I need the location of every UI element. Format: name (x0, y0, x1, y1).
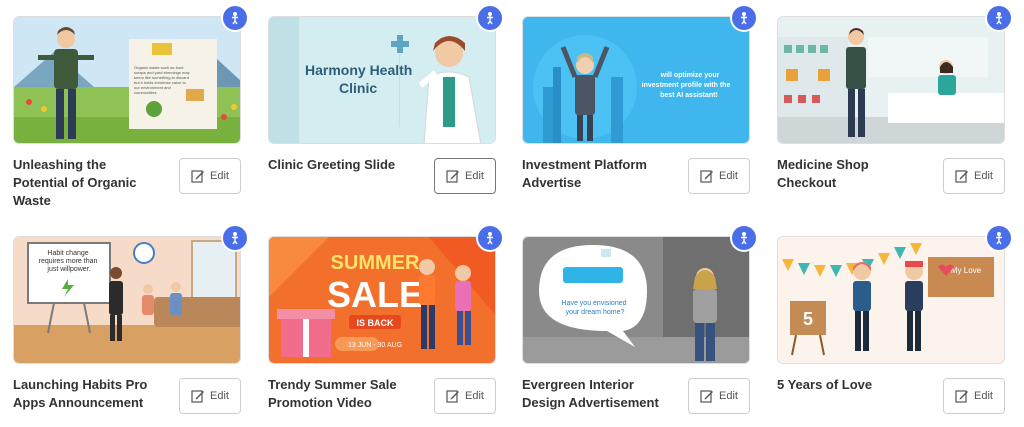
template-title: Launching Habits Pro Apps Announcement (13, 377, 148, 410)
edit-label: Edit (465, 390, 484, 402)
slide-subheading: IS BACK (356, 318, 394, 328)
edit-label: Edit (719, 390, 738, 402)
template-grid: Organic waste such as food scraps and ya… (0, 0, 1024, 427)
slide-heading: My Love (951, 266, 982, 275)
slide-body-text: Habit change requires more than just wil… (39, 250, 100, 273)
edit-pencil-icon (700, 170, 714, 183)
avatar-badge[interactable] (985, 4, 1013, 32)
edit-label: Edit (210, 170, 229, 182)
slide-heading-large: SALE (327, 274, 423, 315)
avatar-figure-icon (487, 12, 493, 25)
template-title: Evergreen Interior Design Advertisement (522, 377, 659, 410)
template-card[interactable]: SUMMER SALE IS BACK 13 JUN - 30 AUG Tren… (268, 224, 508, 427)
avatar-figure-icon (996, 12, 1002, 25)
edit-button[interactable]: Edit (688, 158, 750, 194)
edit-button[interactable]: Edit (943, 378, 1005, 414)
template-thumbnail[interactable]: will optimize your investment profile wi… (522, 16, 750, 144)
avatar-badge[interactable] (221, 224, 249, 252)
template-card[interactable]: Organic waste such as food scraps and ya… (13, 4, 253, 226)
template-thumbnail[interactable] (777, 16, 1005, 144)
template-title: Clinic Greeting Slide (268, 157, 396, 172)
template-title: 5 Years of Love (777, 377, 873, 392)
edit-button[interactable]: Edit (179, 158, 241, 194)
avatar-badge[interactable] (730, 4, 758, 32)
edit-pencil-icon (955, 390, 969, 403)
template-title: Medicine Shop Checkout (777, 157, 869, 190)
template-card[interactable]: My Love 5 5 Years of Love Edit (777, 224, 1017, 427)
edit-label: Edit (974, 170, 993, 182)
edit-button[interactable]: Edit (943, 158, 1005, 194)
template-title: Unleashing the Potential of Organic Wast… (13, 157, 137, 208)
avatar-badge[interactable] (730, 224, 758, 252)
template-card[interactable]: Have you envisioned your dream home? Eve… (522, 224, 762, 427)
edit-pencil-icon (446, 170, 460, 183)
template-title: Trendy Summer Sale Promotion Video (268, 377, 397, 410)
avatar-figure-icon (996, 232, 1002, 245)
edit-pencil-icon (700, 390, 714, 403)
edit-pencil-icon (955, 170, 969, 183)
template-thumbnail[interactable]: Organic waste such as food scraps and ya… (13, 16, 241, 144)
template-thumbnail[interactable]: Have you envisioned your dream home? (522, 236, 750, 364)
edit-button[interactable]: Edit (688, 378, 750, 414)
avatar-figure-icon (741, 232, 747, 245)
edit-pencil-icon (446, 390, 460, 403)
edit-label: Edit (210, 390, 229, 402)
template-thumbnail[interactable]: Habit change requires more than just wil… (13, 236, 241, 364)
edit-button[interactable]: Edit (434, 158, 496, 194)
template-thumbnail[interactable]: SUMMER SALE IS BACK 13 JUN - 30 AUG (268, 236, 496, 364)
template-card[interactable]: Habit change requires more than just wil… (13, 224, 253, 427)
edit-pencil-icon (191, 170, 205, 183)
avatar-badge[interactable] (221, 4, 249, 32)
avatar-figure-icon (232, 232, 238, 245)
edit-pencil-icon (191, 390, 205, 403)
avatar-figure-icon (232, 12, 238, 25)
template-card[interactable]: Medicine Shop Checkout Edit (777, 4, 1017, 226)
edit-label: Edit (974, 390, 993, 402)
edit-label: Edit (719, 170, 738, 182)
slide-date: 13 JUN - 30 AUG (348, 342, 402, 349)
slide-heading: SUMMER (331, 252, 420, 274)
avatar-figure-icon (741, 12, 747, 25)
template-card[interactable]: will optimize your investment profile wi… (522, 4, 762, 226)
template-thumbnail[interactable]: My Love 5 (777, 236, 1005, 364)
avatar-badge[interactable] (985, 224, 1013, 252)
edit-button[interactable]: Edit (179, 378, 241, 414)
avatar-badge[interactable] (476, 224, 504, 252)
template-title: Investment Platform Advertise (522, 157, 647, 190)
template-thumbnail[interactable]: Harmony Health Clinic (268, 16, 496, 144)
edit-label: Edit (465, 170, 484, 182)
avatar-badge[interactable] (476, 4, 504, 32)
edit-button[interactable]: Edit (434, 378, 496, 414)
avatar-figure-icon (487, 232, 493, 245)
gift-box (277, 309, 335, 357)
template-card[interactable]: Harmony Health Clinic Clinic Greeting Sl… (268, 4, 508, 226)
slide-number: 5 (803, 309, 813, 329)
